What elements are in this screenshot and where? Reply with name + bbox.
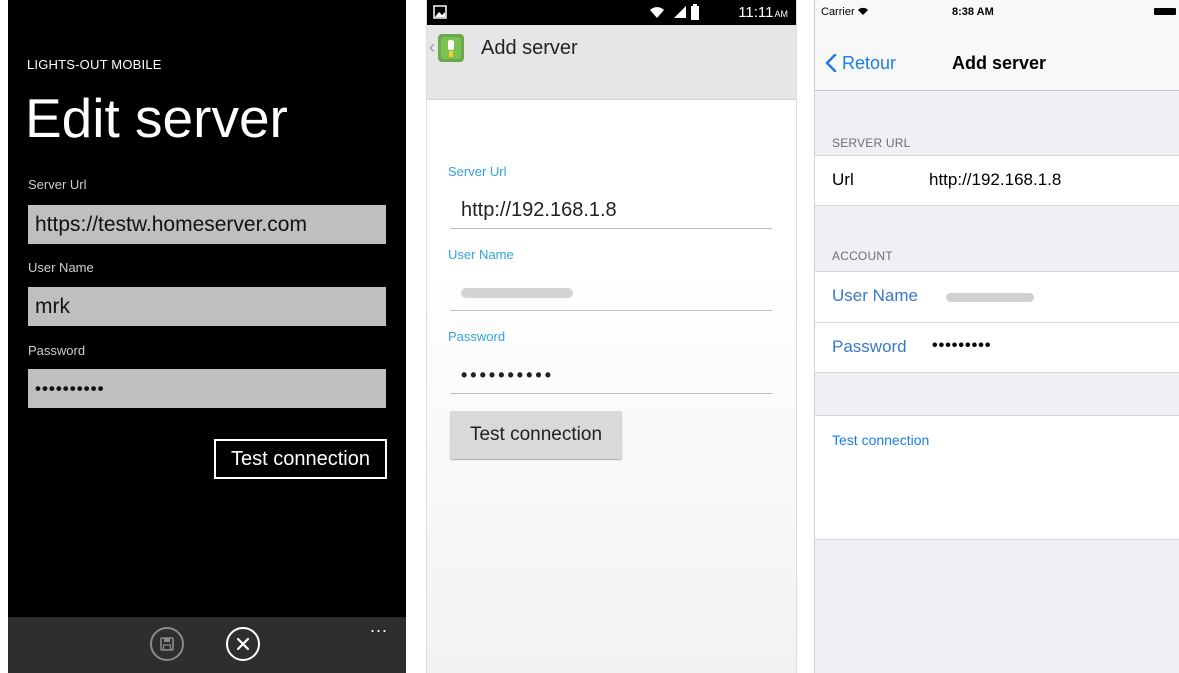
user-name-label: User Name [832,286,918,305]
section-server-url: SERVER URL [832,136,911,150]
password-label: Password [28,343,86,358]
status-time: 11:11AM [738,4,788,21]
ios-screen: Carrier 8:38 AM Retour Add server SERVER… [814,0,1179,673]
status-time: 8:38 AM [952,6,994,18]
password-label: Password [832,337,907,356]
blurred-username [946,293,1034,302]
wifi-icon [857,7,868,15]
battery-icon [691,4,699,20]
test-connection-button[interactable]: Test connection [450,411,622,459]
back-button[interactable]: Retour [825,53,896,74]
server-url-label: Server Url [448,164,507,179]
user-name-input[interactable] [450,277,772,311]
status-bar: Carrier 8:38 AM [815,0,1179,24]
save-icon [160,637,174,651]
save-button[interactable] [150,627,184,661]
password-cell[interactable]: Password ••••••••• [815,322,1179,373]
password-label: Password [448,329,506,344]
server-url-input[interactable]: https://testw.homeserver.com [28,205,386,244]
cancel-button[interactable] [226,627,260,661]
empty-cell-area [815,464,1179,540]
url-cell[interactable]: Url http://192.168.1.8 [815,155,1179,206]
more-options-button[interactable]: ... [370,617,388,635]
windows-phone-screen: LIGHTS-OUT MOBILE Edit server Server Url… [8,0,406,673]
nav-title: Add server [952,53,1047,73]
chevron-left-icon [825,53,837,73]
url-input[interactable]: http://192.168.1.8 [929,170,1061,190]
application-bar: ... [8,617,406,673]
user-name-input[interactable]: mrk [28,287,386,326]
server-url-label: Server Url [28,177,87,192]
user-name-cell[interactable]: User Name [815,271,1179,322]
test-connection-button[interactable]: Test connection [214,439,387,479]
section-account: ACCOUNT [832,249,893,263]
battery-icon [1154,8,1176,15]
close-icon [236,637,250,651]
password-input[interactable]: •••••••••• [28,369,386,408]
user-name-label: User Name [28,260,94,275]
url-label: Url [832,170,854,189]
status-bar: 11:11AM [427,0,796,25]
app-icon [438,34,464,62]
app-name: LIGHTS-OUT MOBILE [27,57,162,72]
server-url-input[interactable]: http://192.168.1.8 [450,195,772,229]
test-connection-cell[interactable]: Test connection [815,415,1179,466]
android-screen: 11:11AM ‹ Add server Server Url http://1… [426,0,797,673]
wifi-icon [650,7,664,18]
blurred-username [461,287,573,298]
password-input[interactable]: •••••••••• [450,360,772,394]
page-title: Edit server [25,87,288,149]
user-name-label: User Name [448,247,514,262]
password-input[interactable]: ••••••••• [932,337,991,355]
test-connection-button[interactable]: Test connection [832,432,929,448]
signal-icon [674,6,686,18]
back-caret-icon[interactable]: ‹ [429,37,435,58]
action-bar-title: Add server [481,37,578,59]
image-notification-icon [433,5,447,19]
carrier-label: Carrier [821,6,868,18]
